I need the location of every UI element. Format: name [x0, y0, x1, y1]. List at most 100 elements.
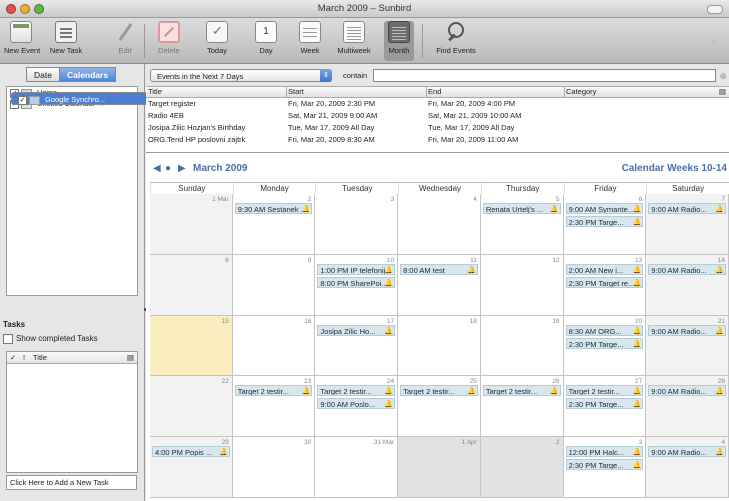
- day-cell[interactable]: 1 Mar: [150, 194, 233, 255]
- day-cell[interactable]: 15: [150, 315, 233, 377]
- title-column-header[interactable]: Title: [33, 352, 47, 363]
- day-cell[interactable]: 3 12:00 PM Halc... 🔔 2:30 PM Targe... 🔔: [563, 437, 647, 498]
- day-cell[interactable]: 2: [480, 437, 564, 498]
- start-column-header[interactable]: Start: [288, 87, 424, 97]
- calendar-event[interactable]: 9:00 AM Poslo... 🔔: [317, 398, 396, 410]
- column-picker-icon[interactable]: ▤: [127, 352, 134, 363]
- calendar-event[interactable]: 9:00 AM Radio... 🔔: [648, 203, 726, 214]
- calendar-event[interactable]: 8:00 PM SharePoi... 🔔: [317, 276, 396, 288]
- day-cell[interactable]: 3: [315, 194, 399, 255]
- day-cell[interactable]: 31 Mar: [315, 437, 399, 498]
- calendar-event[interactable]: 9:00 AM Radio... 🔔: [648, 263, 726, 275]
- day-cell[interactable]: 7 9:00 AM Radio... 🔔: [646, 194, 729, 255]
- tab-date[interactable]: Date: [26, 67, 60, 82]
- day-cell[interactable]: 12: [480, 254, 564, 316]
- calendar-event[interactable]: Renata Urtelj's ... 🔔: [482, 203, 561, 214]
- new-task-button[interactable]: New Task: [48, 21, 84, 61]
- delete-button[interactable]: Delete: [154, 21, 184, 61]
- month-view-button[interactable]: Month: [384, 21, 414, 61]
- calendar-event[interactable]: 1:00 PM IP telefonija 🔔: [317, 263, 396, 275]
- day-cell[interactable]: 26 Target 2 testir... 🔔: [480, 376, 564, 438]
- day-cell[interactable]: 8: [150, 254, 233, 316]
- day-cell[interactable]: 19: [480, 315, 564, 377]
- calendar-checkbox[interactable]: ✓: [18, 95, 27, 105]
- tab-calendars[interactable]: Calendars: [58, 67, 117, 82]
- calendar-event[interactable]: 2:30 PM Targe... 🔔: [565, 459, 644, 471]
- day-cell[interactable]: 13 2:00 AM New i... 🔔 2:30 PM Target re... 🔔: [563, 254, 647, 316]
- column-picker-icon[interactable]: ▤: [719, 87, 726, 97]
- find-events-button[interactable]: Find Events: [432, 21, 480, 61]
- day-cell[interactable]: 30: [232, 437, 316, 498]
- day-cell[interactable]: 28 9:00 AM Radio... 🔔: [646, 376, 729, 438]
- day-cell[interactable]: 23 Target 2 testir... 🔔: [232, 376, 316, 438]
- calendar-event[interactable]: Target 2 testir... 🔔: [317, 385, 396, 397]
- calendar-event[interactable]: 2:30 PM Targe... 🔔: [565, 337, 644, 349]
- calendar-event[interactable]: 9:30 AM Sestanek ... 🔔: [234, 203, 313, 214]
- calendar-event[interactable]: 2:30 PM Targe... 🔔: [565, 216, 644, 227]
- week-view-button[interactable]: Week: [296, 21, 324, 61]
- calendar-event[interactable]: Target 2 testir... 🔔: [234, 385, 313, 397]
- day-cell[interactable]: 5 Renata Urtelj's ... 🔔: [480, 194, 564, 255]
- previous-month-icon[interactable]: ◀: [153, 163, 161, 174]
- today-button[interactable]: Today: [202, 21, 232, 61]
- event-filter-select[interactable]: Events in the Next 7 Days ⇕: [150, 69, 332, 82]
- day-cell[interactable]: 17 Josipa Zilic Ho... 🔔: [315, 315, 399, 377]
- calendar-event[interactable]: Target 2 testir... 🔔: [565, 385, 644, 397]
- event-row[interactable]: Josipa Zilic Hozjan's Birthday Tue, Mar 1…: [146, 122, 729, 134]
- toolbar-toggle-button[interactable]: [707, 5, 723, 14]
- title-column-header[interactable]: Title: [148, 87, 282, 97]
- calendar-event[interactable]: Target 2 testir... 🔔: [482, 385, 561, 397]
- calendar-event[interactable]: 9:00 AM Radio... 🔔: [648, 446, 726, 458]
- next-month-icon[interactable]: ▶: [178, 163, 186, 174]
- end-column-header[interactable]: End: [428, 87, 562, 97]
- column-divider[interactable]: [426, 87, 427, 97]
- day-view-button[interactable]: 1 Day: [254, 21, 278, 61]
- day-cell[interactable]: 6 9:00 AM Symante... 🔔 2:30 PM Targe... 🔔: [563, 194, 647, 255]
- day-cell[interactable]: 29 4:00 PM Popis ... 🔔: [150, 437, 233, 498]
- go-to-today-icon[interactable]: ●: [165, 163, 171, 174]
- column-divider[interactable]: [564, 87, 565, 97]
- day-cell[interactable]: 4: [398, 194, 481, 255]
- show-completed-tasks-checkbox[interactable]: Show completed Tasks: [3, 334, 98, 344]
- calendar-event[interactable]: Target 2 testir... 🔔: [400, 385, 478, 397]
- day-cell[interactable]: 14 9:00 AM Radio... 🔔: [646, 254, 729, 316]
- day-cell[interactable]: 18: [398, 315, 481, 377]
- day-cell[interactable]: 24 Target 2 testir... 🔔 9:00 AM Poslo... 🔔: [315, 376, 399, 438]
- calendar-event[interactable]: 12:00 PM Halc... 🔔: [565, 446, 644, 458]
- calendar-event[interactable]: 9:00 AM Radio... 🔔: [648, 385, 726, 397]
- day-cell[interactable]: 9: [232, 254, 316, 316]
- multiweek-view-button[interactable]: Multiweek: [334, 21, 374, 61]
- day-cell[interactable]: 2 9:30 AM Sestanek ... 🔔: [232, 194, 316, 255]
- calendar-event[interactable]: 2:30 PM Targe... 🔔: [565, 398, 644, 410]
- event-row[interactable]: Target register Fri, Mar 20, 2009 2:30 PM…: [146, 98, 729, 110]
- edit-button[interactable]: Edit: [112, 21, 138, 61]
- day-cell[interactable]: 22: [150, 376, 233, 438]
- new-event-button[interactable]: New Event: [4, 21, 40, 61]
- priority-column-icon[interactable]: !: [23, 352, 25, 363]
- search-input[interactable]: [373, 69, 716, 82]
- day-cell[interactable]: 25 Target 2 testir... 🔔: [398, 376, 481, 438]
- calendar-event[interactable]: Josipa Zilic Ho... 🔔: [317, 324, 396, 336]
- day-cell[interactable]: 20 8:30 AM ORG... 🔔 2:30 PM Targe... 🔔: [563, 315, 647, 377]
- calendar-event[interactable]: 9:00 AM Radio... 🔔: [648, 324, 726, 336]
- add-task-field[interactable]: Click Here to Add a New Task: [6, 475, 137, 490]
- clear-search-icon[interactable]: ⊗: [719, 71, 727, 82]
- day-cell[interactable]: 10 1:00 PM IP telefonija 🔔 8:00 PM SharePoi…: [315, 254, 399, 316]
- calendar-event[interactable]: 8:30 AM ORG... 🔔: [565, 324, 644, 336]
- completed-column-icon[interactable]: ✓: [10, 352, 16, 363]
- calendar-event[interactable]: 2:00 AM New i... 🔔: [565, 263, 644, 275]
- day-cell[interactable]: 21 9:00 AM Radio... 🔔: [646, 315, 729, 377]
- day-cell[interactable]: 11 8:00 AM test 🔔: [398, 254, 481, 316]
- calendar-event[interactable]: 9:00 AM Symante... 🔔: [565, 203, 644, 214]
- column-divider[interactable]: [286, 87, 287, 97]
- day-cell[interactable]: 4 9:00 AM Radio... 🔔: [646, 437, 729, 498]
- event-row[interactable]: Radio 4EB Sat, Mar 21, 2009 9:00 AM Sat, M…: [146, 110, 729, 122]
- calendar-event[interactable]: 2:30 PM Target re... 🔔: [565, 276, 644, 288]
- day-cell[interactable]: 1 Apr: [398, 437, 481, 498]
- category-column-header[interactable]: Category: [566, 87, 716, 97]
- day-cell[interactable]: 16: [232, 315, 316, 377]
- event-row[interactable]: ORG.Tend HP poslovni zajtrk Fri, Mar 20, …: [146, 134, 729, 146]
- day-cell[interactable]: 27 Target 2 testir... 🔔 2:30 PM Targe... 🔔: [563, 376, 647, 438]
- calendar-event[interactable]: 4:00 PM Popis ... 🔔: [152, 446, 230, 458]
- calendar-event[interactable]: 8:00 AM test 🔔: [400, 263, 478, 275]
